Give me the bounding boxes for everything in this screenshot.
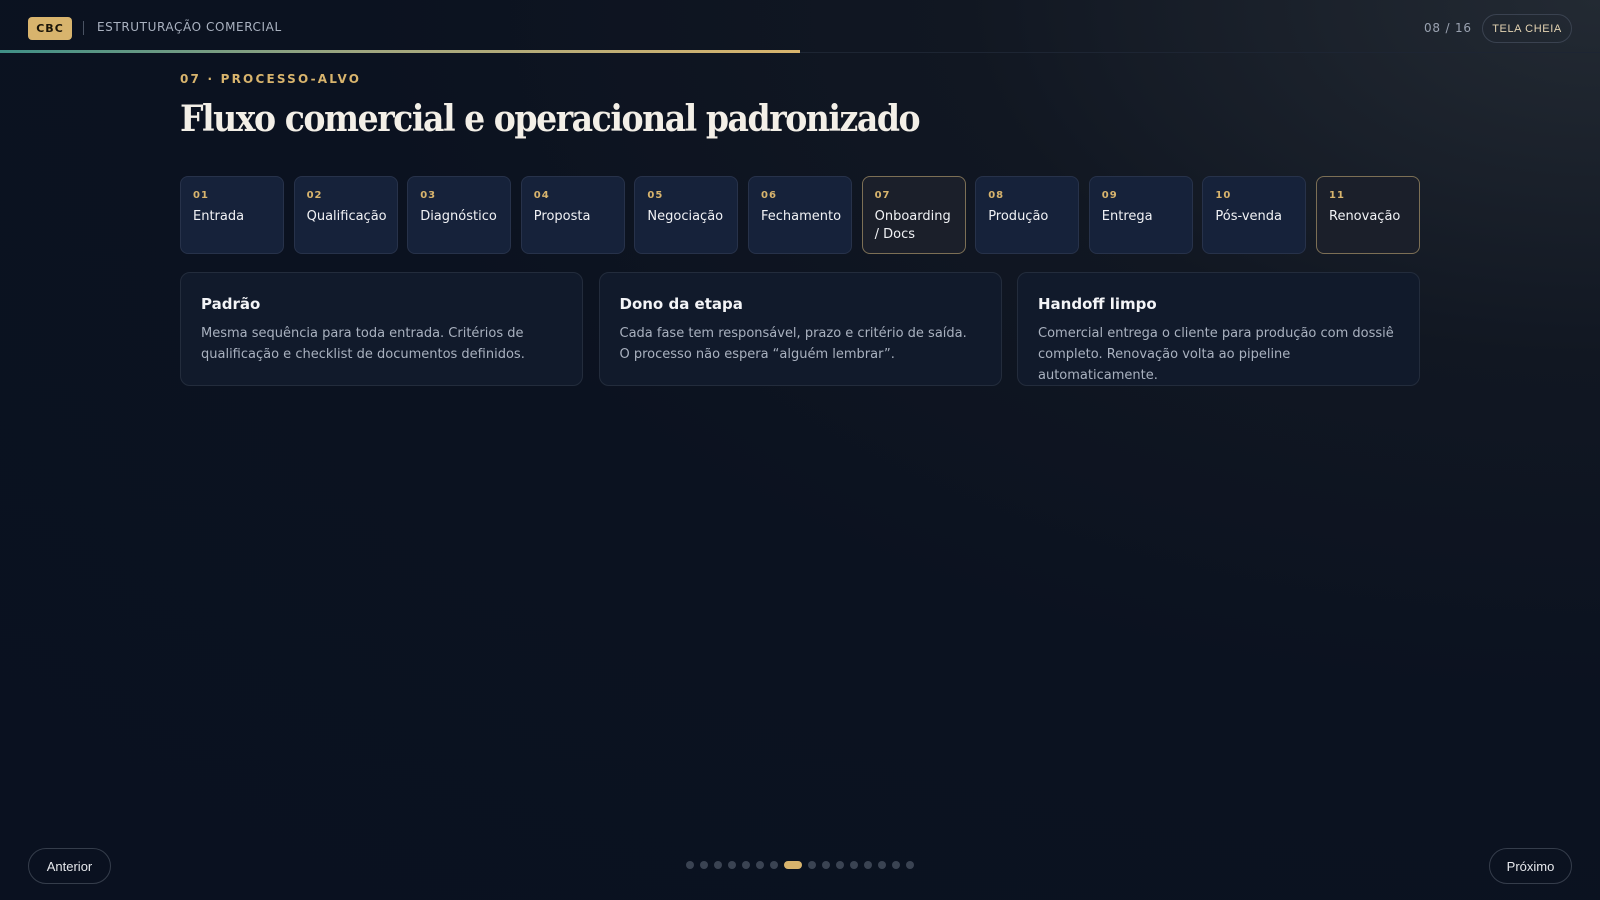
top-bar: CBC ESTRUTURAÇÃO COMERCIAL 08 / 16 TELA … — [0, 0, 1600, 53]
step-entrega[interactable]: 09 Entrega — [1088, 176, 1193, 254]
slide-counter: 08 / 16 — [1424, 21, 1472, 35]
step-onboarding-docs[interactable]: 07 Onboarding / Docs — [861, 176, 966, 254]
step-fechamento[interactable]: 06 Fechamento — [748, 176, 852, 254]
step-label: Fechamento — [761, 209, 842, 224]
brand-logo-badge: CBC — [28, 17, 72, 40]
card-dono-da-etapa: Dono da etapa Cada fase tem responsável,… — [598, 272, 1002, 386]
step-number: 03 — [420, 190, 437, 201]
pagination-dot[interactable] — [756, 861, 764, 869]
step-qualificacao[interactable]: 02 Qualificação — [293, 176, 398, 254]
pagination-dot[interactable] — [714, 861, 722, 869]
step-label: Proposta — [533, 209, 591, 224]
card-padrao: Padrão Mesma sequência para toda entrada… — [180, 272, 583, 386]
pagination-dot[interactable] — [822, 861, 830, 869]
brand-divider — [83, 21, 84, 35]
section-eyebrow: 07 · PROCESSO-ALVO — [180, 72, 362, 86]
step-pos-venda[interactable]: 10 Pós-venda — [1202, 176, 1307, 254]
pagination-dot[interactable] — [892, 861, 900, 869]
card-handoff-limpo: Handoff limpo Comercial entrega o client… — [1017, 272, 1420, 386]
step-negociacao[interactable]: 05 Negociação — [634, 176, 739, 254]
step-label: Negociação — [647, 209, 724, 224]
step-number: 06 — [761, 190, 777, 201]
pagination-dot[interactable] — [864, 861, 872, 869]
pagination-dot[interactable] — [808, 861, 816, 869]
step-number: 07 — [874, 190, 891, 201]
step-label: Diagnóstico — [420, 209, 497, 224]
next-button[interactable]: Próximo — [1489, 848, 1572, 884]
card-body: Mesma sequência para toda entrada. Crité… — [201, 326, 525, 362]
step-label: Renovação — [1329, 209, 1401, 224]
slide-title: Fluxo comercial e operacional padronizad… — [180, 98, 921, 140]
pagination-dot[interactable] — [878, 861, 886, 869]
pagination-dot[interactable] — [770, 861, 778, 869]
step-number: 01 — [193, 190, 209, 201]
pagination-dot[interactable] — [850, 861, 858, 869]
step-proposta[interactable]: 04 Proposta — [520, 176, 625, 254]
card-title: Handoff limpo — [1038, 295, 1157, 313]
step-number: 04 — [533, 190, 550, 201]
progress-bar — [0, 50, 1600, 53]
step-diagnostico[interactable]: 03 Diagnóstico — [407, 176, 512, 254]
slide-pagination — [0, 861, 1600, 871]
pagination-dot-active[interactable] — [784, 861, 802, 869]
step-number: 08 — [988, 190, 1005, 201]
step-renovacao[interactable]: 11 Renovação — [1316, 176, 1420, 254]
step-number: 11 — [1329, 190, 1345, 201]
pagination-dot[interactable] — [700, 861, 708, 869]
card-body: Comercial entrega o cliente para produçã… — [1038, 326, 1394, 383]
step-label: Qualificação — [306, 209, 387, 224]
step-label: Produção — [988, 209, 1049, 224]
card-title: Padrão — [201, 295, 261, 313]
pagination-dot[interactable] — [742, 861, 750, 869]
pagination-dot[interactable] — [836, 861, 844, 869]
progress-bar-fill — [0, 50, 800, 53]
presentation-title: ESTRUTURAÇÃO COMERCIAL — [97, 20, 282, 34]
step-entrada[interactable]: 01 Entrada — [180, 176, 284, 254]
step-number: 05 — [647, 190, 664, 201]
step-number: 02 — [306, 190, 323, 201]
step-label: Onboarding / Docs — [874, 209, 951, 242]
info-cards: Padrão Mesma sequência para toda entrada… — [180, 272, 1420, 386]
pagination-dot[interactable] — [906, 861, 914, 869]
pagination-dot[interactable] — [686, 861, 694, 869]
step-number: 09 — [1101, 190, 1118, 201]
step-producao[interactable]: 08 Produção — [975, 176, 1080, 254]
fullscreen-button[interactable]: TELA CHEIA — [1482, 14, 1572, 43]
step-label: Entrega — [1101, 209, 1153, 224]
step-label: Pós-venda — [1215, 209, 1282, 224]
card-title: Dono da etapa — [619, 295, 743, 313]
card-body: Cada fase tem responsável, prazo e crité… — [619, 326, 967, 362]
pagination-dot[interactable] — [728, 861, 736, 869]
process-steps: 01 Entrada 02 Qualificação 03 Diagnóstic… — [180, 176, 1420, 254]
step-label: Entrada — [193, 209, 245, 224]
step-number: 10 — [1215, 190, 1232, 201]
